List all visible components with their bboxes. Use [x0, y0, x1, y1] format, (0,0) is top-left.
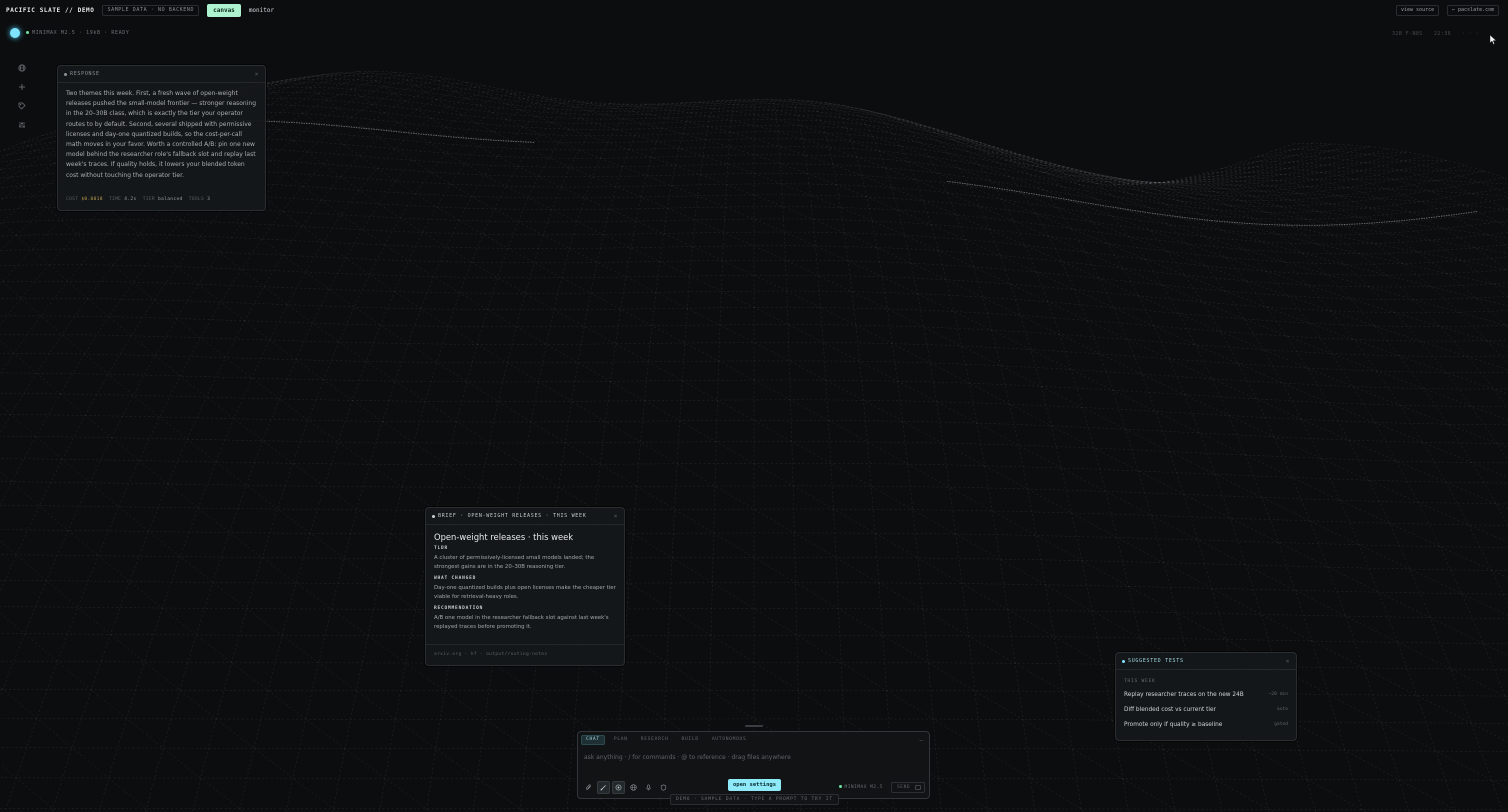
- view-source-button[interactable]: view source: [1396, 5, 1440, 16]
- header-dot: [432, 514, 435, 518]
- header-dot: [1122, 659, 1125, 663]
- status-text: MINIMAX M2.5 · 19kB · READY: [32, 30, 130, 36]
- suggested-title: SUGGESTED TESTS: [1128, 658, 1184, 664]
- tab-build[interactable]: BUILD: [677, 735, 702, 745]
- brief-heading-changed: WHAT CHANGED: [434, 576, 477, 581]
- brief-text-tldr: A cluster of permissively-licensed small…: [434, 555, 595, 570]
- brief-header-text: BRIEF · OPEN-WEIGHT RELEASES · THIS WEEK: [438, 513, 587, 519]
- top-bar: PACIFIC SLATE // DEMO SAMPLE DATA · NO B…: [0, 0, 1508, 20]
- attach-icon[interactable]: [582, 781, 595, 794]
- ready-dot: [26, 31, 29, 34]
- suggested-item-tag: auto: [1276, 707, 1288, 712]
- close-icon[interactable]: ×: [1286, 658, 1290, 665]
- suggested-item[interactable]: Diff blended cost vs current tier auto: [1116, 702, 1296, 717]
- suggested-item-tag: gated: [1274, 722, 1288, 727]
- response-panel[interactable]: RESPONSE × Two themes this week. First, …: [57, 65, 266, 211]
- time-value: 4.2s: [124, 197, 137, 202]
- suggested-item-label: Promote only if quality ≥ baseline: [1124, 721, 1223, 728]
- brief-heading-tldr: TLDR: [434, 546, 449, 551]
- sample-data-badge: SAMPLE DATA · NO BACKEND: [102, 4, 200, 16]
- brand-title: PACIFIC SLATE // DEMO: [6, 6, 95, 14]
- close-icon[interactable]: ×: [255, 71, 259, 78]
- status-orb[interactable]: [10, 28, 20, 38]
- mic-icon[interactable]: [642, 781, 655, 794]
- tools-label: TOOLS: [188, 197, 205, 202]
- model-name: MINIMAX M2.5: [844, 785, 883, 790]
- tab-monitor[interactable]: monitor: [249, 7, 274, 14]
- composer-drag-handle[interactable]: [745, 725, 763, 727]
- brief-text-changed: Day-one quantized builds plus open licen…: [434, 585, 616, 600]
- send-button[interactable]: SEND: [891, 782, 925, 793]
- suggested-item-label: Diff blended cost vs current tier: [1124, 706, 1216, 713]
- time-label: TIME: [108, 197, 122, 202]
- tag-icon[interactable]: [14, 98, 29, 113]
- brush-icon[interactable]: [597, 781, 610, 794]
- tab-research[interactable]: RESEARCH: [637, 735, 673, 745]
- suggested-item-tag: ~20 min: [1268, 692, 1288, 697]
- model-status: MINIMAX M2.5 · 19kB · READY: [10, 28, 129, 38]
- minimize-button[interactable]: —: [919, 737, 923, 744]
- status-right-c: · · ·: [1462, 31, 1480, 37]
- suggested-tests-panel[interactable]: SUGGESTED TESTS × THIS WEEK Replay resea…: [1115, 652, 1297, 741]
- close-icon[interactable]: ×: [614, 513, 618, 520]
- tab-autonomous[interactable]: AUTONOMOUS: [708, 735, 751, 745]
- tier-label: TIER: [142, 197, 155, 202]
- tab-chat[interactable]: CHAT: [581, 735, 605, 745]
- mode-tabs: CHAT PLAN RESEARCH BUILD AUTONOMOUS —: [578, 732, 929, 748]
- status-right-a: 32B F-N8S: [1392, 31, 1423, 37]
- suggested-item[interactable]: Replay researcher traces on the new 24B ~…: [1116, 687, 1296, 702]
- sliders-icon[interactable]: [14, 117, 29, 132]
- terrain-ridge-highlight: [946, 180, 1478, 226]
- send-label: SEND: [897, 785, 911, 790]
- header-dot: [64, 72, 67, 76]
- divider: [426, 644, 624, 645]
- response-title: RESPONSE: [70, 71, 100, 77]
- suggested-item[interactable]: Promote only if quality ≥ baseline gated: [1116, 717, 1296, 732]
- tab-plan[interactable]: PLAN: [610, 735, 632, 745]
- response-meta: COST $0.0018 TIME 4.2s TIER balanced TOO…: [66, 197, 210, 202]
- mouse-cursor-icon: [1490, 35, 1497, 45]
- tab-canvas[interactable]: canvas: [207, 3, 241, 17]
- suggested-header: SUGGESTED TESTS ×: [1116, 653, 1296, 670]
- canvas-stage[interactable]: PACIFIC SLATE // DEMO SAMPLE DATA · NO B…: [0, 0, 1508, 812]
- suggested-item-label: Replay researcher traces on the new 24B: [1124, 691, 1244, 698]
- demo-hint: DEMO · SAMPLE DATA · TYPE A PROMPT TO TR…: [670, 794, 839, 805]
- site-link[interactable]: ← pacslate.com: [1447, 5, 1500, 16]
- brief-text-recommendation: A/B one model in the researcher fallback…: [434, 615, 609, 630]
- brief-content: Open-weight releases · this week TLDR A …: [426, 525, 624, 632]
- brief-sources[interactable]: arxiv.org · hf · output/routing-notes: [434, 652, 547, 657]
- status-text-wrap: MINIMAX M2.5 · 19kB · READY: [26, 30, 129, 36]
- tools-value: 3: [207, 197, 211, 202]
- plus-icon[interactable]: [14, 79, 29, 94]
- brief-panel[interactable]: BRIEF · OPEN-WEIGHT RELEASES · THIS WEEK…: [425, 507, 625, 666]
- model-status-dot: [839, 785, 843, 788]
- tier-value: balanced: [158, 197, 183, 202]
- globe-icon[interactable]: [14, 60, 29, 75]
- suggested-category: THIS WEEK: [1124, 679, 1156, 684]
- shield-icon[interactable]: [657, 781, 670, 794]
- response-header: RESPONSE ×: [58, 66, 265, 83]
- cost-value: $0.0018: [81, 197, 103, 202]
- brief-title: Open-weight releases · this week: [434, 532, 574, 542]
- brief-header: BRIEF · OPEN-WEIGHT RELEASES · THIS WEEK…: [426, 508, 624, 525]
- left-toolbar: [14, 60, 29, 136]
- prompt-input[interactable]: ask anything · / for commands · @ to ref…: [578, 748, 929, 761]
- cost-label: COST: [66, 197, 79, 202]
- brief-heading-recommendation: RECOMMENDATION: [434, 606, 484, 611]
- response-text: Two themes this week. First, a fresh wav…: [66, 90, 257, 179]
- status-right-b: 22:36: [1434, 31, 1452, 37]
- globe-icon[interactable]: [627, 781, 640, 794]
- open-settings-button[interactable]: open settings: [728, 779, 782, 791]
- enter-key-icon: [915, 785, 921, 790]
- model-selector[interactable]: MINIMAX M2.5: [839, 785, 883, 790]
- target-icon[interactable]: [612, 781, 625, 794]
